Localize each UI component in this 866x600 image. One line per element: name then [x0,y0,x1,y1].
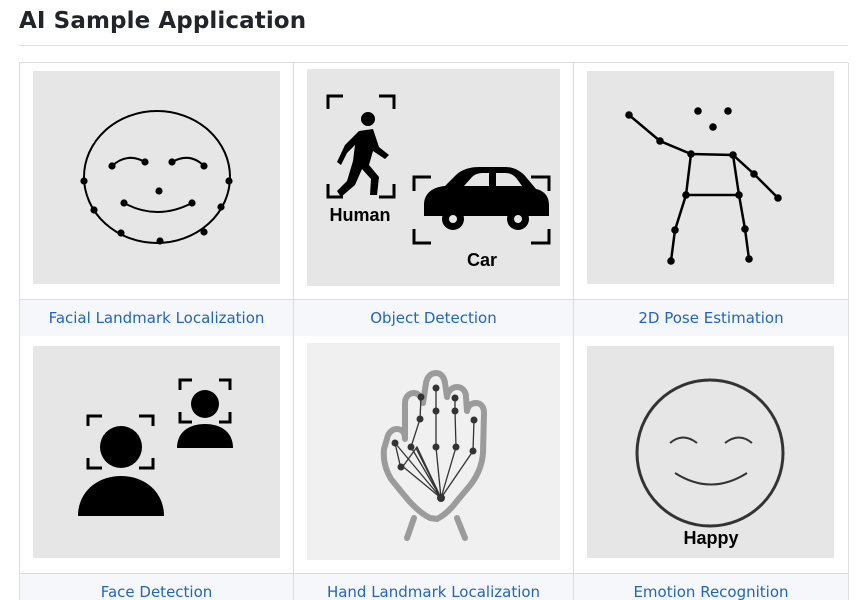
emotion-recognition-illustration: Happy [587,346,834,558]
object-detection-illustration: Human Car [307,69,560,286]
sample-card-facial-landmark[interactable]: Facial Landmark Localization [20,63,294,336]
car-tag: Car [467,250,497,270]
emotion-tag: Happy [683,528,738,548]
app-page: AI Sample Application Facial Landmark Lo… [0,0,866,600]
sample-card-pose-estimation[interactable]: 2D Pose Estimation [574,63,849,336]
human-tag: Human [329,205,390,225]
sample-label-facial-landmark[interactable]: Facial Landmark Localization [20,299,293,336]
sample-label-object-detection[interactable]: Object Detection [294,299,573,336]
sample-card-emotion-recognition[interactable]: Happy Emotion Recognition [574,336,849,600]
face-detection-illustration [33,346,280,558]
sample-label-hand-landmark[interactable]: Hand Landmark Localization [294,573,573,600]
sample-grid: Facial Landmark Localization Human Car O… [19,62,849,600]
facial-landmark-illustration [33,71,280,284]
sample-card-face-detection[interactable]: Face Detection [20,336,294,600]
pose-estimation-illustration [587,71,834,284]
sample-label-pose-estimation[interactable]: 2D Pose Estimation [574,299,848,336]
page-title: AI Sample Application [19,8,307,34]
title-divider [19,45,848,46]
sample-card-object-detection[interactable]: Human Car Object Detection [294,63,574,336]
sample-label-face-detection[interactable]: Face Detection [20,573,293,600]
hand-landmark-illustration [307,343,560,560]
sample-card-hand-landmark[interactable]: Hand Landmark Localization [294,336,574,600]
sample-label-emotion-recognition[interactable]: Emotion Recognition [574,573,848,600]
